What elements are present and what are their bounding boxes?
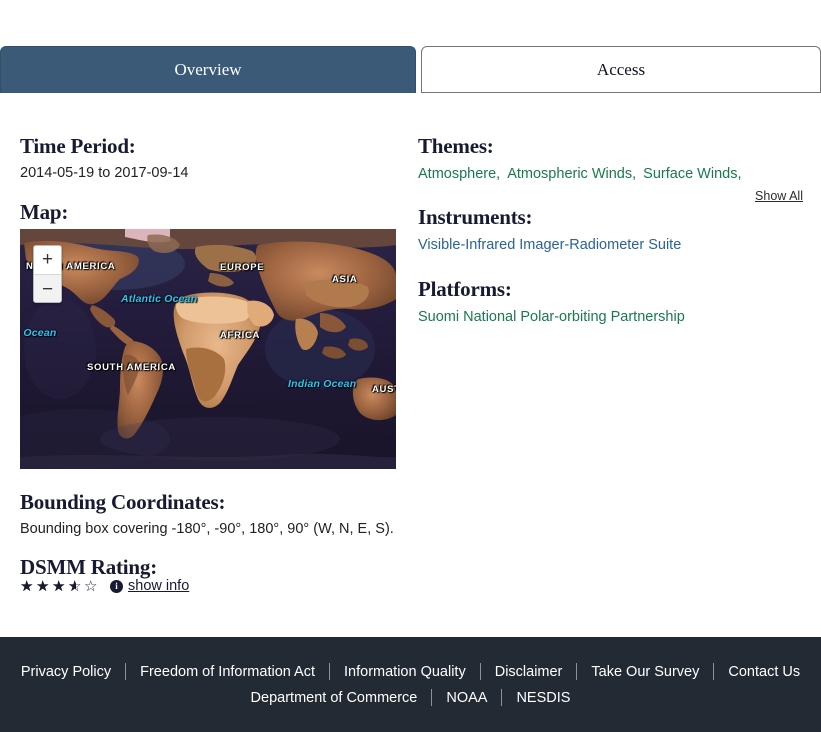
dataset-detail-page: Overview Access Time Period: 2014-05-19 … [0,0,821,732]
map-label-australia: AUSTRALIA [372,384,396,395]
zoom-out-button[interactable]: − [34,275,61,302]
time-period-value: 2014-05-19 to 2017-09-14 [20,165,189,181]
star-icon: ☆★ [36,578,51,594]
theme-link[interactable]: Atmosphere, [418,166,500,182]
tab-bar: Overview Access [0,46,821,93]
themes-list: Atmosphere, Atmospheric Winds, Surface Win… [418,165,808,183]
star-icon: ☆★ [52,578,67,594]
overview-panel: Time Period: 2014-05-19 to 2017-09-14 Ma… [0,93,821,637]
map-zoom-controls[interactable]: + − [33,245,62,303]
dsmm-rating-row: ☆★☆★☆★☆★☆★ i show info [20,578,189,594]
footer-link[interactable]: Department of Commerce [237,690,432,706]
show-all-link[interactable]: Show All [755,189,803,203]
theme-link[interactable]: Surface Winds, [643,166,741,182]
bounding-coordinates-heading: Bounding Coordinates: [20,490,226,514]
star-fill-icon: ★ [36,578,50,594]
bounding-coordinates-value: Bounding box covering -180°, -90°, 180°,… [20,521,394,537]
footer-links-row-1: Privacy Policy Freedom of Information Act… [7,663,814,680]
map-label-atlantic-ocean: Atlantic Ocean [121,293,198,305]
footer-link[interactable]: Privacy Policy [7,664,125,680]
map-heading: Map: [20,200,69,224]
footer-links-row-2: Department of Commerce NOAA NESDIS [237,689,585,706]
footer-link[interactable]: Freedom of Information Act [126,664,329,680]
star-icon: ☆★ [68,578,83,594]
footer-link[interactable]: Contact Us [714,664,814,680]
platform-link[interactable]: Suomi National Polar-orbiting Partnershi… [418,309,685,325]
map-label-asia: ASIA [332,274,358,285]
star-icon: ☆★ [84,578,99,594]
map-label-europe: EUROPE [220,262,265,273]
tab-overview-label: Overview [174,60,242,79]
star-icon: ☆★ [20,578,35,594]
star-fill-icon: ★ [52,578,66,594]
time-period-heading: Time Period: [20,134,136,158]
show-info-link[interactable]: show info [128,578,189,594]
footer-link[interactable]: Information Quality [330,664,480,680]
footer-link[interactable]: Take Our Survey [577,664,713,680]
tab-overview[interactable]: Overview [0,46,416,93]
platforms-heading: Platforms: [418,277,512,301]
star-fill-icon: ★ [68,578,76,594]
instruments-heading: Instruments: [418,205,533,229]
themes-heading: Themes: [418,134,494,158]
map-label-indian-ocean: Indian Ocean [288,378,357,390]
map-label-pacific-ocean: Pacific Ocean [20,327,57,339]
map-label-south-america: SOUTH AMERICA [87,362,176,373]
info-icon[interactable]: i [110,579,123,593]
footer-link[interactable]: Disclaimer [481,664,577,680]
tab-access[interactable]: Access [421,46,821,93]
star-fill-icon: ★ [20,578,34,594]
map-label-africa: AFRICA [220,330,261,341]
footer-link[interactable]: NOAA [432,690,501,706]
tab-access-label: Access [596,59,646,79]
dsmm-star-rating: ☆★☆★☆★☆★☆★ [20,578,99,594]
world-map[interactable]: + − NORTH AMERICA SOUTH AMERICA EUROPE A… [20,229,396,469]
instrument-link[interactable]: Visible-Infrared Imager-Radiometer Suite [418,237,681,253]
themes-show-all-wrap: Show All [418,187,803,205]
zoom-in-button[interactable]: + [34,246,61,275]
footer-link[interactable]: NESDIS [502,690,584,706]
site-footer: Privacy Policy Freedom of Information Act… [0,637,821,732]
theme-link[interactable]: Atmospheric Winds, [507,166,636,182]
platforms-list: Suomi National Polar-orbiting Partnershi… [418,308,685,326]
star-outline-icon: ☆ [84,577,98,595]
instruments-list: Visible-Infrared Imager-Radiometer Suite [418,236,681,254]
